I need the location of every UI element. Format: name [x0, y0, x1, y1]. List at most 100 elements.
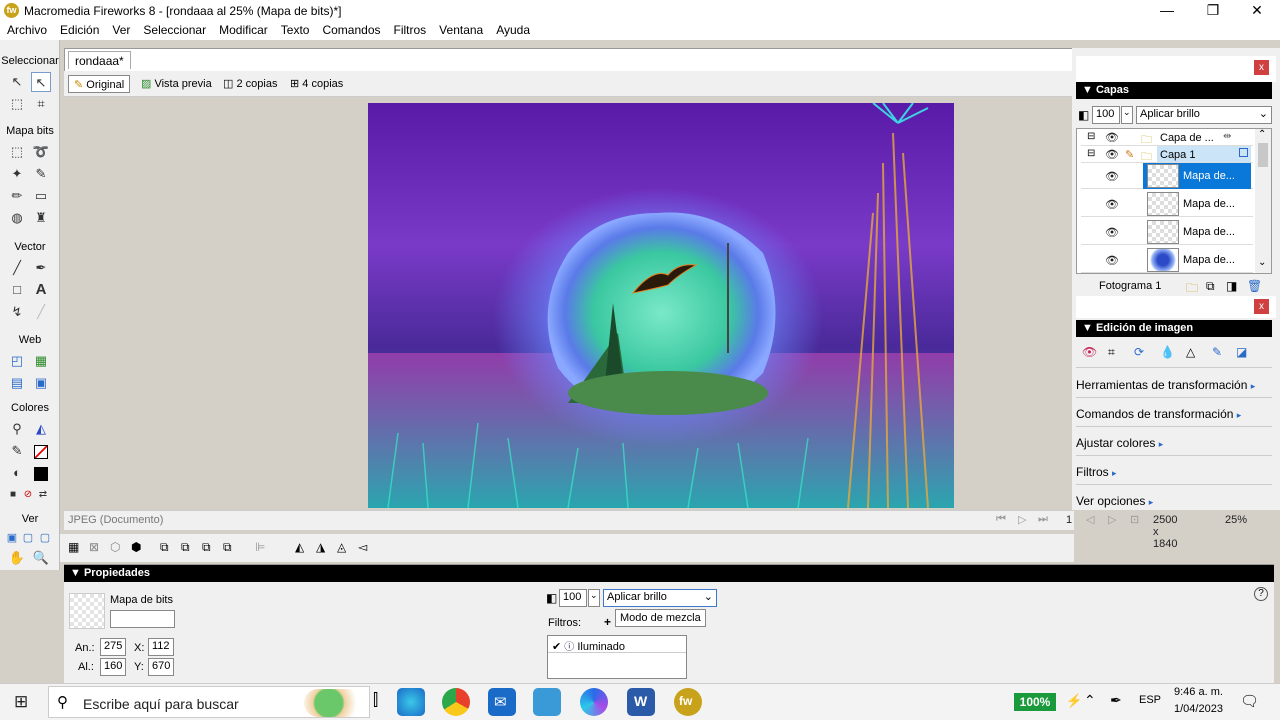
- layer-row-capa1[interactable]: ⊟ 👁 ✎ 🗀 Capa 1: [1081, 146, 1253, 163]
- object-name-field[interactable]: [110, 610, 175, 628]
- layer-opacity-field[interactable]: 100: [1092, 106, 1120, 124]
- eye-icon[interactable]: 👁: [1105, 198, 1119, 211]
- lasso-tool-icon[interactable]: ➰: [31, 142, 51, 162]
- blur-tool-icon[interactable]: ◍: [7, 208, 27, 228]
- x-field[interactable]: 112: [148, 638, 174, 656]
- show-slices-icon[interactable]: ▣: [31, 373, 51, 393]
- first-frame-icon[interactable]: ⏮: [996, 513, 1006, 526]
- stroke-color-swatch[interactable]: [31, 441, 51, 461]
- menu-archivo[interactable]: Archivo: [0, 22, 53, 37]
- magic-wand-tool-icon[interactable]: ✦: [7, 164, 27, 184]
- subselect-tool-icon[interactable]: ↖: [31, 72, 51, 92]
- layer-opacity-dropdown-icon[interactable]: ⌄: [1121, 106, 1133, 124]
- scroll-up-icon[interactable]: ⌃: [1258, 129, 1266, 140]
- fill-color-icon[interactable]: ◐: [7, 463, 27, 483]
- scale-tool-icon[interactable]: ⬚: [7, 94, 27, 114]
- menu-seleccionar[interactable]: Seleccionar: [136, 22, 212, 37]
- menu-texto[interactable]: Texto: [274, 22, 316, 37]
- layer-row-bitmap-2[interactable]: 👁 Mapa de...: [1081, 191, 1253, 217]
- windows-start-icon[interactable]: ⊞: [14, 692, 28, 712]
- height-field[interactable]: 160: [100, 658, 126, 676]
- layer-row-bitmap-3[interactable]: 👁 Mapa de...: [1081, 219, 1253, 245]
- rubber-stamp-tool-icon[interactable]: ♜: [31, 208, 51, 228]
- maximize-button[interactable]: ❐: [1190, 0, 1236, 22]
- notifications-icon[interactable]: 🗨: [1240, 692, 1259, 710]
- document-tab[interactable]: rondaaa*: [68, 51, 131, 69]
- filter-item[interactable]: ✔ ⓘ Iluminado: [548, 636, 686, 653]
- layer-row-web[interactable]: ⊟ 👁 🗀 Capa de ... ⇹: [1081, 129, 1253, 146]
- fireworks-taskbar-icon[interactable]: fw: [674, 688, 702, 716]
- share-layer-icon[interactable]: ⇹: [1223, 131, 1231, 142]
- filters-item[interactable]: Filtros ▸: [1076, 457, 1272, 485]
- expand-icon[interactable]: ⊟: [1087, 148, 1095, 159]
- adjust-colors-item[interactable]: Ajustar colores ▸: [1076, 428, 1272, 456]
- layer-row-bitmap-4[interactable]: 👁 Mapa de...: [1081, 247, 1253, 273]
- transform-tools-item[interactable]: Herramientas de transformación ▸: [1076, 370, 1272, 398]
- copilot-icon[interactable]: [580, 688, 608, 716]
- send-back-icon[interactable]: ⧉: [223, 540, 232, 555]
- close-panel-icon[interactable]: x: [1254, 299, 1269, 314]
- rotate-cw-icon[interactable]: ◮: [316, 540, 325, 554]
- pen-tool-icon[interactable]: ✒: [31, 258, 51, 278]
- drop-icon[interactable]: 💧: [1160, 345, 1175, 359]
- marquee-tool-icon[interactable]: ⬚: [7, 142, 27, 162]
- flip-vertical-icon[interactable]: ◅: [358, 540, 367, 554]
- clock-date[interactable]: 1/04/2023: [1174, 703, 1223, 715]
- expand-icon[interactable]: ⊟: [1087, 131, 1095, 142]
- fit-icon[interactable]: ⊡: [1130, 513, 1139, 526]
- word-icon[interactable]: W: [627, 688, 655, 716]
- chrome-icon[interactable]: [442, 688, 470, 716]
- zoom-level[interactable]: 25%: [1225, 514, 1247, 526]
- rotate-icon[interactable]: ⟳: [1134, 345, 1144, 359]
- brush-tool-icon[interactable]: ✎: [31, 164, 51, 184]
- eye-icon[interactable]: 👁: [1105, 254, 1119, 267]
- canvas-image[interactable]: [368, 103, 954, 508]
- prev-frame-icon[interactable]: ◁: [1086, 513, 1094, 526]
- red-eye-icon[interactable]: 👁: [1082, 345, 1097, 359]
- group-icon[interactable]: ▦: [68, 540, 79, 554]
- stroke-color-icon[interactable]: ✎: [7, 441, 27, 461]
- hide-slices-icon[interactable]: ▤: [7, 373, 27, 393]
- freeform-tool-icon[interactable]: ↯: [7, 302, 27, 322]
- hand-tool-icon[interactable]: ✋: [7, 548, 27, 568]
- opacity-dropdown-icon[interactable]: ⌄: [588, 589, 600, 607]
- crop-icon[interactable]: ⌗: [1108, 345, 1115, 360]
- flip-horizontal-icon[interactable]: ◬: [337, 540, 346, 554]
- language-indicator[interactable]: ESP: [1139, 694, 1161, 706]
- menu-comandos[interactable]: Comandos: [315, 22, 386, 37]
- send-backward-icon[interactable]: ⧉: [202, 540, 211, 555]
- replace-color-icon[interactable]: ◪: [1236, 345, 1247, 359]
- help-icon[interactable]: ?: [1254, 587, 1268, 601]
- menu-ventana[interactable]: Ventana: [432, 22, 489, 37]
- new-layer-icon[interactable]: ⧉: [1206, 279, 1215, 294]
- menu-filtros[interactable]: Filtros: [387, 22, 433, 37]
- store-icon[interactable]: [533, 688, 561, 716]
- fill-color-swatch[interactable]: [31, 463, 51, 483]
- mail-icon[interactable]: ✉: [488, 688, 516, 716]
- clock-time[interactable]: 9:46 a. m.: [1174, 686, 1223, 698]
- eyedropper-tool-icon[interactable]: ⚲: [7, 419, 27, 439]
- opacity-field[interactable]: 100: [559, 589, 587, 607]
- align-icon[interactable]: ⊫: [255, 540, 265, 554]
- image-edit-header[interactable]: ▼ Edición de imagen: [1076, 320, 1272, 337]
- add-filter-icon[interactable]: +: [604, 615, 611, 629]
- pencil-tool-icon[interactable]: ✏: [7, 186, 27, 206]
- properties-header[interactable]: ▼ Propiedades: [64, 565, 1274, 582]
- slice-tool-icon[interactable]: ▦: [31, 351, 51, 371]
- minimize-button[interactable]: —: [1144, 0, 1190, 22]
- brush-icon[interactable]: ✎: [1212, 345, 1222, 359]
- close-panel-icon[interactable]: x: [1254, 60, 1269, 75]
- layer-blend-select[interactable]: Aplicar brillo ⌄: [1136, 106, 1272, 124]
- split-icon[interactable]: ⬢: [131, 540, 141, 554]
- knife-tool-icon[interactable]: ╱: [31, 302, 51, 322]
- view-preview-button[interactable]: ▨ Vista previa: [136, 75, 217, 93]
- bring-forward-icon[interactable]: ⧉: [181, 540, 190, 555]
- view-4up-button[interactable]: ⊞ 4 copias: [285, 75, 348, 93]
- pointer-tool-icon[interactable]: ↖: [7, 72, 27, 92]
- checkmark-icon[interactable]: ✔: [552, 641, 561, 653]
- view-options-item[interactable]: Ver opciones ▸: [1076, 486, 1272, 514]
- ungroup-icon[interactable]: ⊠: [89, 540, 99, 554]
- layers-header[interactable]: ▼ Capas: [1076, 82, 1272, 99]
- document-dimensions[interactable]: 2500 x 1840: [1153, 514, 1177, 550]
- zoom-tool-icon[interactable]: 🔍: [31, 548, 51, 568]
